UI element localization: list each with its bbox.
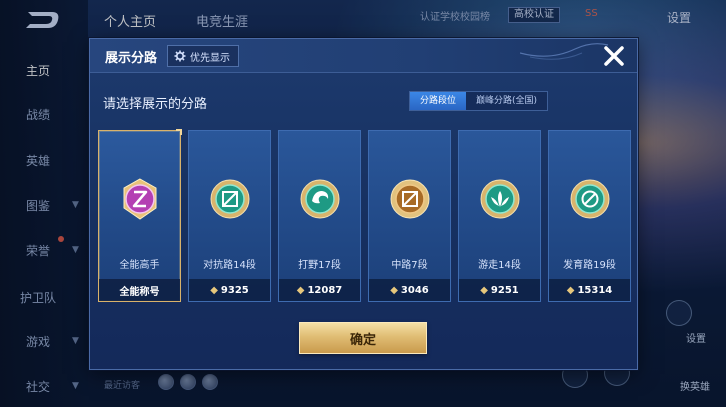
tab-peak-lane-national[interactable]: 巅峰分路(全国) [466, 92, 548, 110]
lane-card-name: 发育路19段 [563, 260, 616, 271]
instruction-text: 请选择展示的分路 [103, 97, 208, 112]
score-icon: ◆ [210, 284, 218, 296]
lane-display-dialog: 展示分路 优先显示 请选择展示的分路 分路段位 巅峰分路(全国) 全能高手 全能… [89, 38, 638, 370]
lane-card-score: 15314 [577, 284, 613, 296]
score-icon: ◆ [296, 284, 305, 296]
gear-icon [174, 50, 186, 62]
score-icon: ◆ [390, 284, 398, 296]
lane-card-footer: ◆ 3046 [369, 279, 450, 301]
lane-card-footer: ◆ 9325 [189, 279, 270, 301]
close-button[interactable] [600, 42, 628, 70]
dialog-header: 展示分路 优先显示 [90, 39, 637, 73]
all-round-title-label: 全能称号 [119, 286, 160, 298]
lane-card-footer: 全能称号 [99, 279, 180, 301]
priority-display-label: 优先显示 [190, 52, 230, 64]
lane-card-footer: ◆ 12087 [279, 279, 360, 301]
selected-corner-marker [176, 129, 182, 135]
lane-card-jungle[interactable]: 打野17段 ◆ 12087 [278, 130, 361, 302]
lane-card-roam[interactable]: 游走14段 ◆ 9251 [458, 130, 541, 302]
jungle-emblem-icon [300, 179, 340, 219]
dialog-title: 展示分路 [105, 51, 158, 66]
decorative-flourish-icon [520, 43, 609, 60]
lane-card-list: 全能高手 全能称号 对抗路14段 ◆ 9325 打野17段 ◆ 12087 中路… [98, 129, 631, 302]
farm-lane-emblem-icon [570, 179, 610, 219]
priority-display-button[interactable]: 优先显示 [167, 45, 239, 67]
tab-lane-rank[interactable]: 分路段位 [410, 92, 467, 110]
roam-emblem-icon [480, 179, 520, 219]
lane-card-score: 12087 [307, 284, 343, 296]
lane-card-score: 9251 [490, 284, 519, 296]
close-icon [604, 46, 624, 66]
lane-card-all-round[interactable]: 全能高手 全能称号 [98, 129, 182, 302]
lane-card-name: 对抗路14段 [203, 260, 256, 271]
lane-card-footer: ◆ 15314 [549, 279, 630, 301]
lane-card-farm[interactable]: 发育路19段 ◆ 15314 [548, 130, 631, 302]
lane-card-clash[interactable]: 对抗路14段 ◆ 9325 [188, 130, 271, 302]
mid-lane-emblem-icon [390, 179, 430, 219]
lane-card-name: 中路7段 [391, 260, 428, 271]
lane-card-name: 全能高手 [119, 260, 160, 271]
lane-card-name: 游走14段 [478, 260, 521, 271]
lane-card-name: 打野17段 [298, 260, 341, 271]
lane-card-score: 9325 [220, 284, 249, 296]
score-icon: ◆ [566, 284, 575, 296]
confirm-button-label: 确定 [349, 332, 376, 348]
lane-card-mid[interactable]: 中路7段 ◆ 3046 [368, 130, 451, 302]
all-round-emblem-icon [123, 178, 157, 220]
lane-card-score: 3046 [400, 284, 429, 296]
lane-card-footer: ◆ 9251 [459, 279, 540, 301]
lane-mode-switch: 分路段位 巅峰分路(全国) [409, 91, 549, 111]
score-icon: ◆ [480, 284, 488, 296]
clash-lane-emblem-icon [210, 179, 250, 219]
confirm-button[interactable]: 确定 [299, 322, 427, 354]
